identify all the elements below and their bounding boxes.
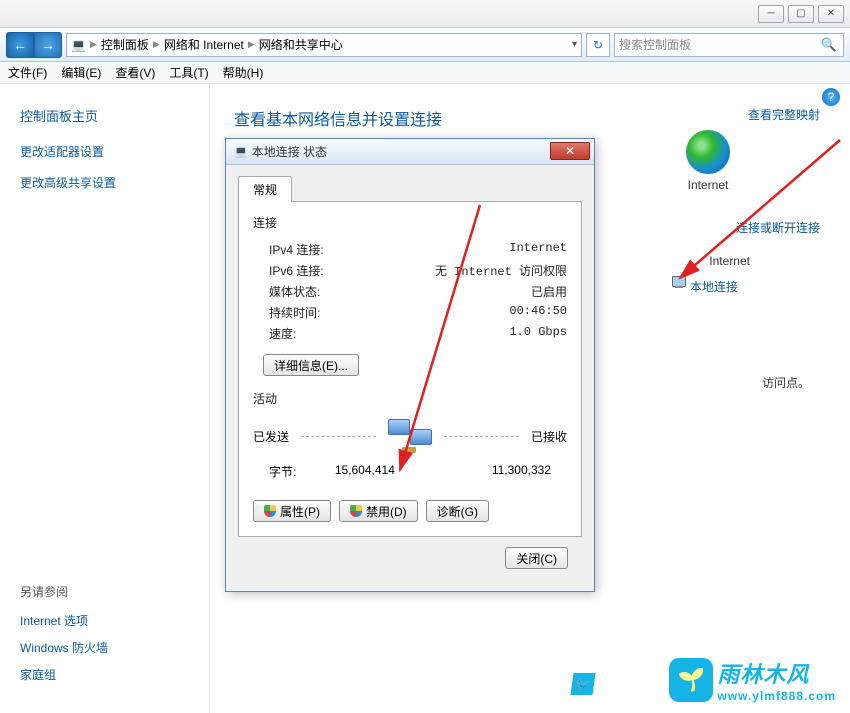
tab-general[interactable]: 常规 (238, 176, 292, 202)
shield-icon (264, 505, 276, 517)
connect-disconnect-link[interactable]: 连接或断开连接 (736, 219, 820, 236)
bytes-received: 11,300,332 (492, 463, 551, 480)
nav-forward-button[interactable]: → (34, 32, 62, 58)
shield-icon (350, 505, 362, 517)
sidebar-home-link[interactable]: 控制面板主页 (20, 106, 189, 125)
bytes-row: 字节: 15,604,414 11,300,332 (253, 459, 567, 484)
activity-icon (388, 419, 432, 453)
bytes-label: 字节: (269, 463, 296, 480)
menu-file[interactable]: 文件(F) (8, 64, 47, 81)
menu-help[interactable]: 帮助(H) (223, 64, 264, 81)
breadcrumb-control-panel[interactable]: 控制面板 (101, 36, 149, 53)
diagnose-button[interactable]: 诊断(G) (426, 500, 489, 522)
connection-status-dialog: 💻 本地连接 状态 ✕ 常规 连接 IPv4 连接: Internet IPv6… (225, 138, 595, 592)
ipv6-value: 无 Internet 访问权限 (435, 262, 567, 279)
full-map-link[interactable]: 查看完整映射 (748, 106, 820, 123)
dropdown-icon[interactable]: ▾ (572, 39, 577, 50)
globe-icon (686, 130, 730, 174)
bytes-sent: 15,604,414 (335, 463, 395, 480)
sidebar: 控制面板主页 更改适配器设置 更改高级共享设置 另请参阅 Internet 选项… (0, 84, 210, 713)
page-title: 查看基本网络信息并设置连接 (234, 106, 826, 130)
chevron-right-icon: ▶ (248, 39, 255, 50)
watermark-brand: 雨林木风 (717, 657, 836, 689)
breadcrumb-sharing-center[interactable]: 网络和共享中心 (259, 36, 343, 53)
disable-button[interactable]: 禁用(D) (339, 500, 418, 522)
watermark: 雨林木风 www.ylmf888.com (669, 657, 836, 703)
duration-value: 00:46:50 (509, 304, 567, 321)
duration-row: 持续时间: 00:46:50 (253, 302, 567, 323)
dialog-close-bottom-button[interactable]: 关闭(C) (505, 547, 568, 569)
sent-label: 已发送 (253, 428, 289, 445)
sidebar-adapter-settings[interactable]: 更改适配器设置 (20, 143, 189, 160)
window-titlebar: ─ ▢ ✕ (0, 0, 850, 28)
dialog-title: 本地连接 状态 (252, 143, 327, 160)
nav-back-button[interactable]: ← (6, 32, 34, 58)
sidebar-sharing-settings[interactable]: 更改高级共享设置 (20, 174, 189, 191)
maximize-button[interactable]: ▢ (788, 5, 814, 23)
speed-label: 速度: (269, 325, 296, 342)
local-connection-link[interactable]: 本地连接 (690, 278, 738, 295)
watermark-url: www.ylmf888.com (717, 689, 836, 703)
computer-icon: 💻 (71, 38, 86, 52)
received-label: 已接收 (531, 428, 567, 445)
see-also-firewall[interactable]: Windows 防火墙 (20, 639, 108, 656)
see-also-title: 另请参阅 (20, 583, 108, 600)
chevron-right-icon: ▶ (153, 39, 160, 50)
see-also-homegroup[interactable]: 家庭组 (20, 666, 108, 683)
breadcrumb-network-internet[interactable]: 网络和 Internet (164, 36, 244, 53)
activity-section-title: 活动 (253, 390, 567, 407)
media-value: 已启用 (531, 283, 567, 300)
sidebar-see-also: 另请参阅 Internet 选项 Windows 防火墙 家庭组 (20, 583, 108, 693)
tab-panel: 连接 IPv4 连接: Internet IPv6 连接: 无 Internet… (238, 201, 582, 537)
internet-column: Internet (648, 130, 768, 192)
ipv4-row: IPv4 连接: Internet (253, 239, 567, 260)
internet-text: Internet (709, 254, 750, 268)
ipv4-value: Internet (509, 241, 567, 258)
ipv6-row: IPv6 连接: 无 Internet 访问权限 (253, 260, 567, 281)
properties-button[interactable]: 属性(P) (253, 500, 331, 522)
see-also-internet-options[interactable]: Internet 选项 (20, 612, 108, 629)
speed-row: 速度: 1.0 Gbps (253, 323, 567, 344)
refresh-button[interactable]: ↻ (586, 33, 610, 57)
close-window-button[interactable]: ✕ (818, 5, 844, 23)
search-placeholder: 搜索控制面板 (619, 36, 691, 53)
dialog-title-icon: 💻 (234, 145, 248, 158)
minimize-button[interactable]: ─ (758, 5, 784, 23)
media-label: 媒体状态: (269, 283, 320, 300)
menu-view[interactable]: 查看(V) (115, 64, 155, 81)
access-point-text: 访问点。 (762, 374, 810, 391)
speed-value: 1.0 Gbps (509, 325, 567, 342)
nav-bar: ← → 💻 ▶ 控制面板 ▶ 网络和 Internet ▶ 网络和共享中心 ▾ … (0, 28, 850, 62)
menu-edit[interactable]: 编辑(E) (61, 64, 101, 81)
details-button[interactable]: 详细信息(E)... (263, 354, 359, 376)
chevron-right-icon: ▶ (90, 39, 97, 50)
ipv6-label: IPv6 连接: (269, 262, 324, 279)
watermark-logo-icon (669, 658, 713, 702)
ipv4-label: IPv4 连接: (269, 241, 324, 258)
activity-row: 已发送 已接收 (253, 419, 567, 453)
menu-tools[interactable]: 工具(T) (169, 64, 208, 81)
search-icon[interactable]: 🔍 (821, 37, 837, 53)
watermark-bird-icon: 🐦 (570, 673, 595, 695)
connection-section-title: 连接 (253, 214, 567, 231)
menu-bar: 文件(F) 编辑(E) 查看(V) 工具(T) 帮助(H) (0, 62, 850, 84)
search-input[interactable]: 搜索控制面板 🔍 (614, 33, 844, 57)
dialog-close-button[interactable]: ✕ (550, 142, 590, 160)
address-bar[interactable]: 💻 ▶ 控制面板 ▶ 网络和 Internet ▶ 网络和共享中心 ▾ (66, 33, 582, 57)
dialog-titlebar[interactable]: 💻 本地连接 状态 ✕ (226, 139, 594, 165)
internet-label: Internet (648, 178, 768, 192)
media-row: 媒体状态: 已启用 (253, 281, 567, 302)
adapter-icon (672, 276, 688, 290)
duration-label: 持续时间: (269, 304, 320, 321)
